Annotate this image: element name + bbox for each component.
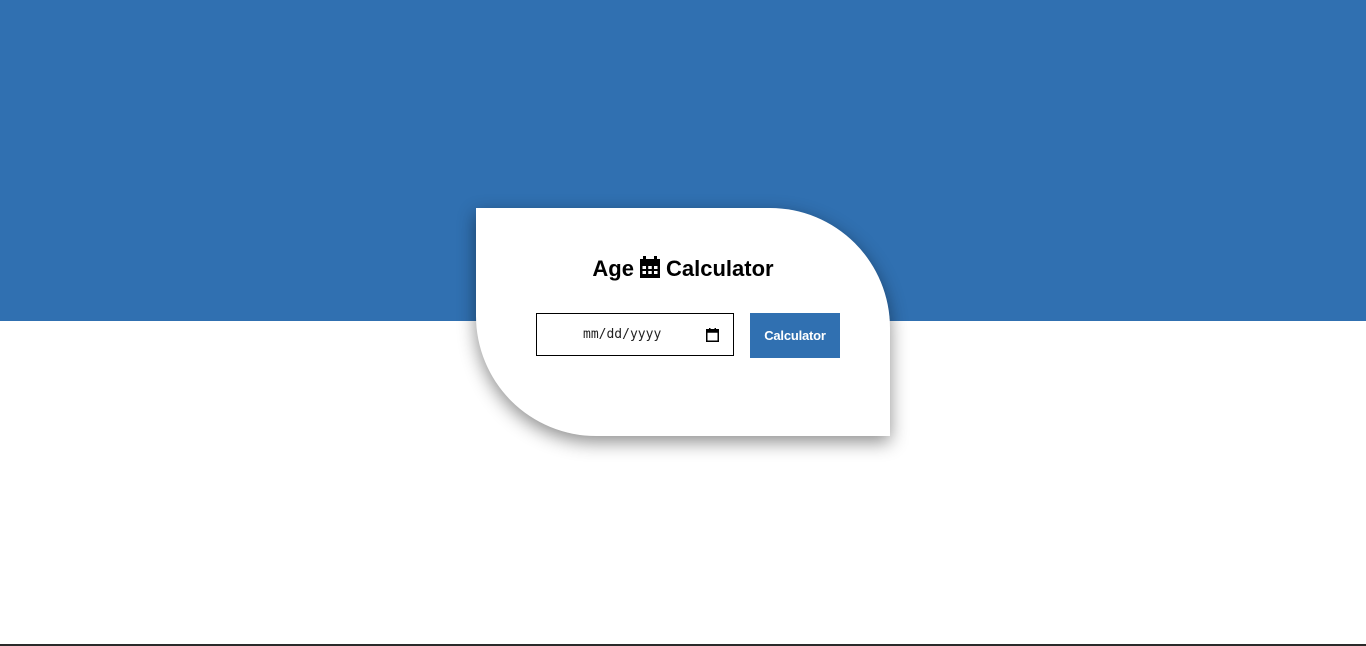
date-picker-icon[interactable] [706, 327, 719, 342]
date-placeholder: mm/dd/yyyy [583, 327, 662, 342]
title-text-left: Age [592, 256, 634, 281]
page-title: Age Calculator [476, 256, 890, 282]
birth-date-input[interactable]: mm/dd/yyyy [536, 313, 734, 356]
calendar-icon [639, 256, 660, 278]
calculator-card: Age Calculator mm/dd/yyyy Calculator [476, 208, 890, 436]
page: Age Calculator mm/dd/yyyy Calculator [0, 0, 1366, 646]
title-text-right: Calculator [665, 256, 774, 281]
calculate-button[interactable]: Calculator [750, 313, 840, 358]
